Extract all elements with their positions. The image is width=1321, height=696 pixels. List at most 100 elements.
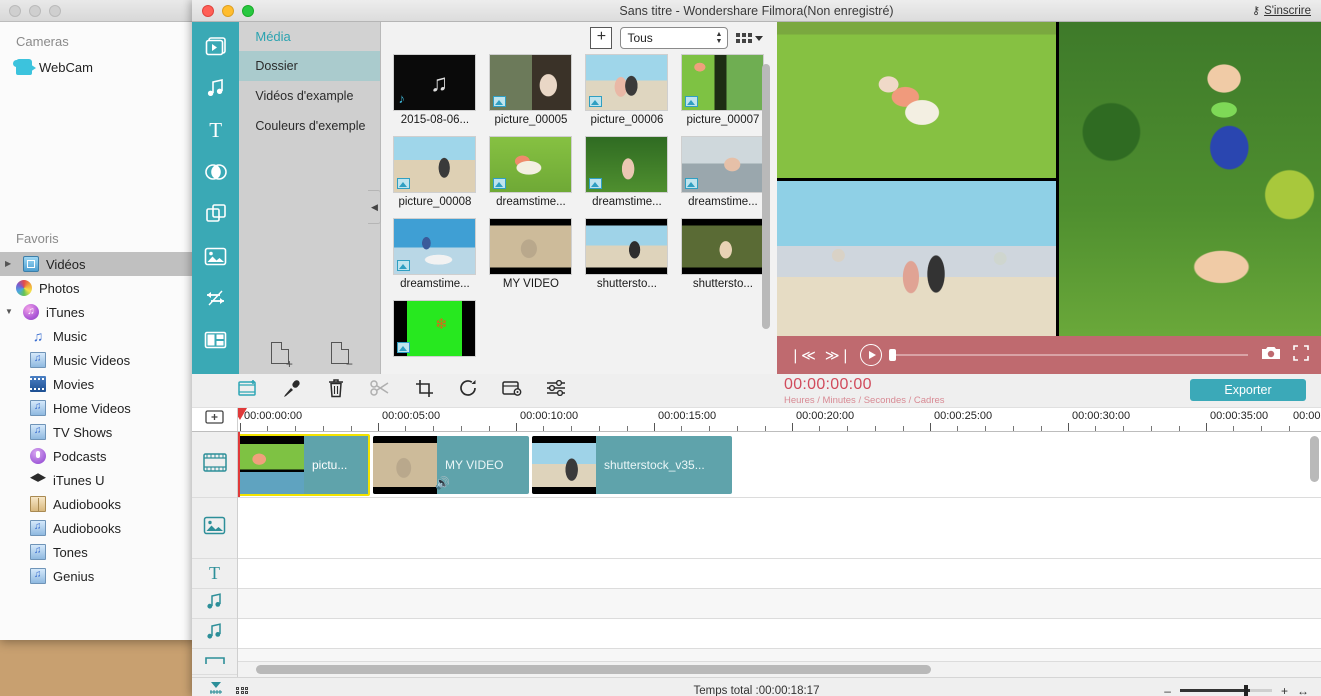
signup-link[interactable]: ⚷ S'inscrire bbox=[1252, 4, 1311, 18]
timeline-clip[interactable]: shutterstock_v35... bbox=[532, 436, 732, 494]
add-media-button[interactable] bbox=[236, 379, 260, 403]
zoom-slider[interactable] bbox=[1179, 685, 1272, 696]
progress-handle[interactable] bbox=[889, 349, 897, 361]
media-item[interactable]: picture_00008 bbox=[393, 136, 477, 208]
media-item[interactable]: dreamstime... bbox=[393, 218, 477, 290]
audio-track-head-2[interactable] bbox=[192, 619, 237, 649]
camera-icon[interactable] bbox=[1261, 345, 1281, 366]
audio-track-head-1[interactable] bbox=[192, 589, 237, 619]
media-item[interactable]: dreamstime... bbox=[681, 136, 765, 208]
voice-track-head[interactable] bbox=[192, 649, 237, 675]
crop-button[interactable] bbox=[412, 379, 436, 403]
media-grid-scrollbar[interactable] bbox=[762, 64, 771, 329]
media-item[interactable]: ♫ ♪ 2015-08-06... bbox=[393, 54, 477, 126]
rotate-button[interactable] bbox=[456, 379, 480, 403]
sidebar-item-tones[interactable]: Tones bbox=[0, 540, 195, 564]
media-item-videos-exemple[interactable]: Vidéos d'example bbox=[239, 81, 380, 111]
timeline-clip[interactable]: pictu... bbox=[238, 434, 370, 496]
media-item[interactable]: shuttersto... bbox=[585, 218, 669, 290]
sidebar-item-audiobooks-1[interactable]: Audiobooks bbox=[0, 492, 195, 516]
text-tool-button[interactable]: T bbox=[201, 116, 231, 144]
split-tool-button[interactable] bbox=[201, 284, 231, 312]
playhead-marker[interactable] bbox=[238, 408, 247, 420]
zoom-in-button[interactable]: + bbox=[1281, 684, 1288, 696]
chevron-down-icon bbox=[755, 35, 764, 41]
transition-tool-button[interactable] bbox=[201, 158, 231, 186]
voiceover-button[interactable] bbox=[280, 379, 304, 403]
sidebar-item-videos[interactable]: ▶ Vidéos bbox=[0, 252, 195, 276]
sidebar-item-podcasts[interactable]: Podcasts bbox=[0, 444, 195, 468]
effects-tool-button[interactable] bbox=[201, 200, 231, 228]
add-track-button[interactable] bbox=[192, 408, 238, 431]
audio-track-1[interactable] bbox=[238, 589, 1321, 619]
image-track-head[interactable] bbox=[192, 498, 237, 559]
timeline-vertical-scrollbar[interactable] bbox=[1310, 436, 1319, 482]
zoom-handle[interactable] bbox=[1243, 685, 1248, 696]
splitscreen-tool-button[interactable] bbox=[201, 326, 231, 354]
view-mode-button[interactable] bbox=[736, 33, 764, 43]
media-item[interactable]: dreamstime... bbox=[585, 136, 669, 208]
media-filter-select[interactable]: Tous ▲ ▼ bbox=[620, 27, 729, 49]
import-media-button[interactable]: + bbox=[590, 27, 613, 49]
book-icon bbox=[30, 496, 46, 512]
stepper-arrows-icon[interactable]: ▲ ▼ bbox=[716, 31, 723, 45]
previous-frame-button[interactable]: ❘≪ bbox=[789, 348, 815, 362]
adjust-button[interactable] bbox=[544, 379, 568, 403]
elements-tool-button[interactable] bbox=[201, 242, 231, 270]
text-track-head[interactable]: T bbox=[192, 559, 237, 589]
file-minus-icon[interactable]: − bbox=[330, 342, 353, 370]
sidebar-item-photos[interactable]: Photos bbox=[0, 276, 195, 300]
sidebar-item-movies[interactable]: Movies bbox=[0, 372, 195, 396]
media-grid-scroll[interactable]: ♫ ♪ 2015-08-06... picture_00005 picture_… bbox=[381, 54, 777, 374]
sidebar-item-itunes-u[interactable]: iTunes U bbox=[0, 468, 195, 492]
sidebar-item-genius[interactable]: Genius bbox=[0, 564, 195, 588]
delete-button[interactable] bbox=[324, 378, 348, 403]
export-button[interactable]: Exporter bbox=[1190, 379, 1306, 401]
media-item[interactable]: ❄ bbox=[393, 300, 477, 360]
finder-minimize-button[interactable] bbox=[29, 4, 41, 17]
fullscreen-icon[interactable] bbox=[1293, 344, 1309, 366]
panel-collapse-button[interactable]: ◀ bbox=[368, 190, 382, 224]
video-track[interactable]: pictu... MY VIDEO 🔊 shutterstock_v35... bbox=[238, 432, 1321, 498]
media-tool-button[interactable] bbox=[201, 32, 231, 60]
media-item[interactable]: MY VIDEO bbox=[489, 218, 573, 290]
media-item-dossier[interactable]: Dossier bbox=[239, 51, 381, 81]
sidebar-item-music-videos[interactable]: Music Videos bbox=[0, 348, 195, 372]
chevron-down-icon[interactable]: ▼ bbox=[5, 308, 14, 316]
timeline-horizontal-scrollbar[interactable] bbox=[256, 665, 931, 674]
audio-track-2[interactable] bbox=[238, 619, 1321, 649]
sidebar-item-webcam[interactable]: WebCam bbox=[0, 55, 195, 79]
media-item[interactable]: picture_00006 bbox=[585, 54, 669, 126]
finder-maximize-button[interactable] bbox=[49, 4, 61, 17]
text-track[interactable] bbox=[238, 559, 1321, 589]
timeline-clip[interactable]: MY VIDEO 🔊 bbox=[373, 436, 529, 494]
next-frame-button[interactable]: ≫❘ bbox=[825, 348, 851, 362]
sidebar-item-itunes[interactable]: ▼ ♫ iTunes bbox=[0, 300, 195, 324]
preview-progress-slider[interactable] bbox=[889, 349, 1249, 361]
sidebar-item-audiobooks-2[interactable]: Audiobooks bbox=[0, 516, 195, 540]
media-item[interactable]: shuttersto... bbox=[681, 218, 765, 290]
sidebar-item-home-videos[interactable]: Home Videos bbox=[0, 396, 195, 420]
finder-close-button[interactable] bbox=[9, 4, 21, 17]
fit-to-window-button[interactable]: ↔ bbox=[1297, 684, 1309, 696]
media-item[interactable]: picture_00007 bbox=[681, 54, 765, 126]
speed-button[interactable] bbox=[500, 379, 524, 403]
zoom-out-button[interactable]: – bbox=[1164, 684, 1171, 696]
media-item[interactable]: dreamstime... bbox=[489, 136, 573, 208]
timecode-value: 00:00:00:00 bbox=[784, 376, 872, 393]
play-button[interactable] bbox=[860, 344, 883, 366]
film-icon bbox=[30, 376, 46, 392]
sidebar-item-tv-shows[interactable]: TV Shows bbox=[0, 420, 195, 444]
split-button[interactable] bbox=[368, 379, 392, 403]
audio-tool-button[interactable] bbox=[201, 74, 231, 102]
chevron-right-icon[interactable]: ▶ bbox=[5, 260, 14, 268]
timeline-tracks[interactable]: pictu... MY VIDEO 🔊 shutterstock_v35... bbox=[238, 432, 1321, 677]
media-item[interactable]: picture_00005 bbox=[489, 54, 573, 126]
video-track-head[interactable] bbox=[192, 432, 237, 498]
sidebar-item-music[interactable]: ♫ Music bbox=[0, 324, 195, 348]
file-plus-icon[interactable]: + bbox=[270, 342, 293, 370]
ruler-track[interactable]: 00:00:00:00 00:00:05:00 00:00:10:00 00:0… bbox=[238, 408, 1321, 431]
media-item-couleurs-exemple[interactable]: Couleurs d'exemple bbox=[239, 111, 380, 141]
image-track[interactable] bbox=[238, 498, 1321, 559]
image-badge-icon bbox=[397, 260, 411, 271]
